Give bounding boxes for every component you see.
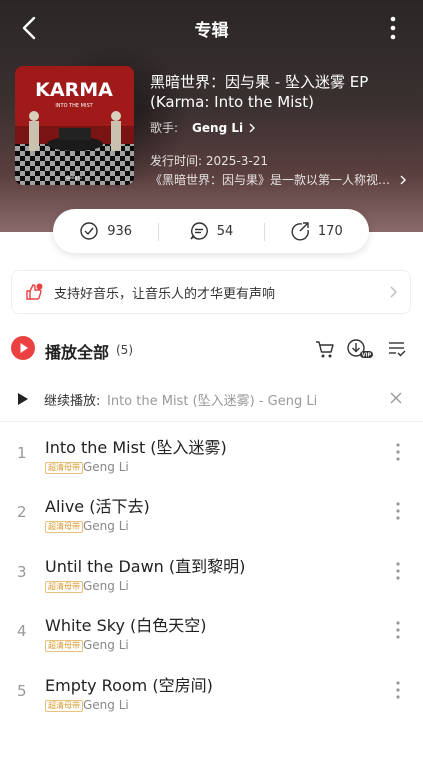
track-artist: Geng Li: [83, 638, 129, 652]
share-icon: [291, 222, 309, 241]
singer-link[interactable]: 歌手: Geng Li: [150, 119, 257, 136]
close-icon[interactable]: [389, 391, 403, 405]
cover-title-text: KARMA: [35, 79, 113, 101]
track-row[interactable]: 3 Until the Dawn (直到黎明) 超清母带 Geng Li: [0, 543, 423, 599]
singer-name[interactable]: Geng Li: [192, 121, 243, 135]
play-all-button[interactable]: [11, 336, 35, 360]
multi-select-icon[interactable]: [386, 338, 408, 360]
quality-badge: 超清母带: [45, 581, 83, 593]
track-index: 3: [17, 563, 27, 581]
album-header: 专辑 KARMA INTO THE MIST Geng Li 黑暗世界：因与果 …: [0, 0, 423, 232]
chevron-right-icon: [390, 286, 397, 298]
track-title: White Sky (白色天空): [45, 616, 207, 635]
thumbs-up-icon: [26, 283, 43, 300]
support-banner-text: 支持好音乐，让音乐人的才华更有声响: [54, 286, 276, 302]
singer-label: 歌手:: [150, 121, 179, 135]
track-row[interactable]: 5 Empty Room (空房间) 超清母带 Geng Li: [0, 662, 423, 718]
cover-subtitle-text: INTO THE MIST: [55, 103, 93, 109]
continue-playing-row[interactable]: 继续播放: Into the Mist (坠入迷雾) - Geng Li: [0, 383, 423, 413]
cover-artist-text: Geng Li: [66, 175, 81, 180]
comment-button[interactable]: 54: [158, 221, 263, 241]
track-index: 4: [17, 622, 27, 640]
play-icon[interactable]: [17, 392, 29, 406]
track-count: (5): [116, 343, 133, 357]
track-row[interactable]: 4 White Sky (白色天空) 超清母带 Geng Li: [0, 602, 423, 658]
continue-song: Into the Mist (坠入迷雾) - Geng Li: [107, 394, 318, 409]
play-all-row: 播放全部 (5) VIP: [0, 333, 423, 365]
album-description[interactable]: 《黑暗世界：因与果》是一款以第一人称视角...: [150, 171, 408, 188]
track-title: Empty Room (空房间): [45, 676, 213, 695]
quality-badge: 超清母带: [45, 700, 83, 712]
track-artist: Geng Li: [83, 579, 129, 593]
release-date: 发行时间: 2025-3-21: [150, 154, 268, 168]
play-all-label[interactable]: 播放全部: [45, 339, 109, 363]
album-cover-art: KARMA INTO THE MIST Geng Li: [15, 66, 134, 185]
vip-download-icon[interactable]: VIP: [346, 338, 374, 360]
more-vertical-icon[interactable]: [395, 561, 401, 581]
chevron-right-icon: [400, 175, 406, 184]
comment-count: 54: [216, 223, 234, 239]
share-count: 170: [317, 223, 343, 239]
more-vertical-icon[interactable]: [395, 680, 401, 700]
stats-bar: 936 54 170: [53, 209, 369, 253]
cart-icon[interactable]: [314, 338, 336, 360]
track-index: 2: [17, 503, 27, 521]
share-button[interactable]: 170: [263, 221, 369, 241]
collect-count: 936: [107, 223, 133, 239]
page-title: 专辑: [194, 21, 229, 41]
collect-button[interactable]: 936: [53, 221, 158, 241]
divider: [0, 421, 423, 422]
album-title: 黑暗世界：因与果 - 坠入迷雾 EP (Karma: Into the Mist…: [150, 73, 369, 111]
quality-badge: 超清母带: [45, 521, 83, 533]
check-circle-icon: [80, 222, 98, 240]
track-artist: Geng Li: [83, 698, 129, 712]
top-bar: 专辑: [0, 0, 423, 56]
play-icon: [20, 343, 28, 353]
quality-badge: 超清母带: [45, 640, 83, 652]
album-cover[interactable]: KARMA INTO THE MIST Geng Li: [15, 66, 134, 185]
svg-text:VIP: VIP: [362, 353, 372, 359]
quality-badge: 超清母带: [45, 462, 83, 474]
continue-label: 继续播放:: [44, 394, 101, 409]
track-title: Until the Dawn (直到黎明): [45, 557, 246, 576]
track-title: Into the Mist (坠入迷雾): [45, 438, 227, 457]
more-vertical-icon[interactable]: [383, 14, 403, 42]
chevron-right-icon: [249, 123, 256, 132]
support-banner[interactable]: 支持好音乐，让音乐人的才华更有声响: [11, 270, 411, 314]
album-description-text: 《黑暗世界：因与果》是一款以第一人称视角...: [150, 173, 394, 187]
track-index: 1: [17, 444, 27, 462]
more-vertical-icon[interactable]: [395, 442, 401, 462]
more-vertical-icon[interactable]: [395, 620, 401, 640]
track-artist: Geng Li: [83, 460, 129, 474]
track-row[interactable]: 1 Into the Mist (坠入迷雾) 超清母带 Geng Li: [0, 424, 423, 480]
track-title: Alive (活下去): [45, 497, 150, 516]
comment-icon: [190, 222, 208, 240]
track-index: 5: [17, 682, 27, 700]
track-row[interactable]: 2 Alive (活下去) 超清母带 Geng Li: [0, 483, 423, 539]
more-vertical-icon[interactable]: [395, 501, 401, 521]
track-artist: Geng Li: [83, 519, 129, 533]
